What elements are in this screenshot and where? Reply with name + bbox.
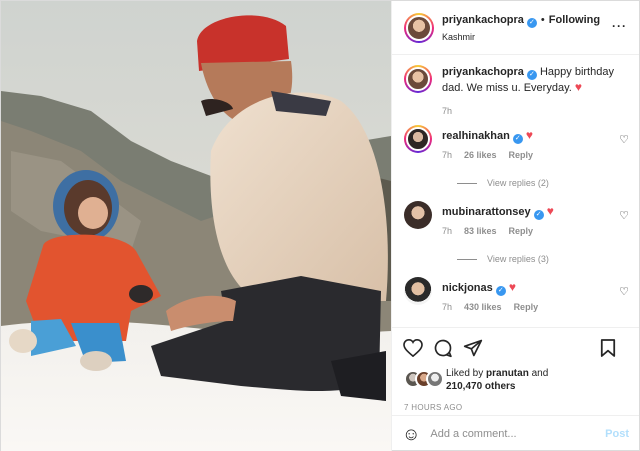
- commenter-username[interactable]: realhinakhan: [442, 130, 510, 142]
- liked-by-prefix: Liked by: [446, 368, 484, 379]
- comment-like-heart-icon[interactable]: ♡: [619, 285, 629, 298]
- liker-avatar: [426, 370, 444, 388]
- comment-text: mubinarattonsey ✓ ♥: [442, 201, 629, 220]
- like-heart-icon[interactable]: [402, 337, 424, 359]
- verified-badge-icon: ✓: [526, 70, 537, 80]
- commenter-avatar[interactable]: [404, 201, 432, 229]
- comment-meta: 7h 83 likes Reply: [442, 226, 629, 236]
- comment-time: 7h: [442, 302, 453, 312]
- post-timestamp[interactable]: 7 HOURS AGO: [404, 403, 462, 412]
- caption-username[interactable]: priyankachopra: [442, 66, 524, 78]
- comment-text: nickjonas ✓ ♥: [442, 277, 629, 296]
- caption-avatar[interactable]: [404, 65, 432, 93]
- author-avatar[interactable]: [404, 12, 434, 43]
- comment-likes[interactable]: 26 likes: [464, 150, 497, 160]
- comment-item: nickjonas ✓ ♥ 7h 430 likes Reply ♡: [404, 277, 629, 312]
- reply-button[interactable]: Reply: [514, 302, 539, 312]
- add-comment-bar: ☺ Post: [392, 415, 639, 451]
- comment-item: mubinarattonsey ✓ ♥ 7h 83 likes Reply ♡ Vie…: [404, 201, 629, 264]
- comment-likes[interactable]: 83 likes: [464, 226, 497, 236]
- separator-dot: •: [540, 13, 545, 26]
- reply-button[interactable]: Reply: [509, 226, 534, 236]
- verified-badge-icon: ✓: [533, 210, 544, 220]
- verified-badge-icon: ✓: [495, 286, 506, 296]
- action-bar: [392, 327, 639, 367]
- bookmark-icon[interactable]: [597, 337, 619, 359]
- post-location[interactable]: Kashmir: [442, 32, 600, 42]
- liker-avatars[interactable]: [404, 370, 444, 388]
- author-username[interactable]: priyankachopra: [442, 14, 524, 26]
- instagram-post: priyankachopra ✓ • Following Kashmir ··· pr…: [0, 0, 640, 451]
- add-comment-input[interactable]: [430, 428, 606, 440]
- commenter-username[interactable]: mubinarattonsey: [442, 206, 531, 218]
- commenter-username[interactable]: nickjonas: [442, 282, 493, 294]
- comment-time: 7h: [442, 226, 453, 236]
- replies-divider: [457, 258, 477, 260]
- comment-icon[interactable]: [432, 337, 454, 359]
- view-replies-button[interactable]: View replies (2): [457, 178, 629, 188]
- red-heart-emoji-icon: ♥: [574, 80, 582, 94]
- verified-badge-icon: ✓: [512, 134, 523, 144]
- more-options-icon[interactable]: ···: [612, 20, 627, 32]
- post-image: [1, 1, 391, 451]
- liked-by-joiner: and: [531, 368, 549, 379]
- view-replies-label: View replies (3): [487, 254, 549, 264]
- comments-list[interactable]: priyankachopra ✓ Happy birthday dad. We m…: [392, 55, 639, 327]
- liked-by-user[interactable]: pranutan: [486, 368, 529, 379]
- comment-meta: 7h 430 likes Reply: [442, 302, 629, 312]
- replies-divider: [457, 182, 477, 184]
- share-icon[interactable]: [462, 337, 484, 359]
- author-info: priyankachopra ✓ • Following Kashmir: [442, 14, 600, 42]
- view-replies-button[interactable]: View replies (3): [457, 254, 629, 264]
- following-button[interactable]: Following: [549, 14, 600, 26]
- caption-time: 7h: [442, 106, 453, 116]
- post-sidebar: priyankachopra ✓ • Following Kashmir ··· pr…: [391, 1, 639, 451]
- smiley-icon[interactable]: ☺: [402, 424, 420, 445]
- liked-by-text: Liked by pranutan and 210,470 others: [446, 367, 629, 393]
- post-photo[interactable]: [1, 1, 391, 451]
- comment-item: realhinakhan ✓ ♥ 7h 26 likes Reply ♡ View r…: [404, 125, 629, 188]
- likes-count-link[interactable]: 210,470 others: [446, 381, 516, 392]
- liked-by-summary: Liked by pranutan and 210,470 others: [404, 367, 629, 397]
- commenter-avatar[interactable]: [404, 125, 432, 153]
- comment-likes[interactable]: 430 likes: [464, 302, 502, 312]
- reply-button[interactable]: Reply: [509, 150, 534, 160]
- caption-text-block: priyankachopra ✓ Happy birthday dad. We m…: [442, 65, 629, 96]
- post-header: priyankachopra ✓ • Following Kashmir ···: [392, 1, 639, 55]
- comment-text: realhinakhan ✓ ♥: [442, 125, 629, 144]
- post-comment-button[interactable]: Post: [605, 428, 629, 440]
- commenter-avatar[interactable]: [404, 277, 432, 305]
- caption: priyankachopra ✓ Happy birthday dad. We m…: [404, 65, 629, 116]
- comment-meta: 7h 26 likes Reply: [442, 150, 629, 160]
- view-replies-label: View replies (2): [487, 178, 549, 188]
- verified-badge-icon: ✓: [526, 17, 537, 28]
- comment-like-heart-icon[interactable]: ♡: [619, 133, 629, 146]
- red-heart-emoji-icon: ♥: [546, 204, 554, 218]
- comment-time: 7h: [442, 150, 453, 160]
- comment-like-heart-icon[interactable]: ♡: [619, 209, 629, 222]
- red-heart-emoji-icon: ♥: [508, 280, 516, 294]
- red-heart-emoji-icon: ♥: [525, 128, 534, 142]
